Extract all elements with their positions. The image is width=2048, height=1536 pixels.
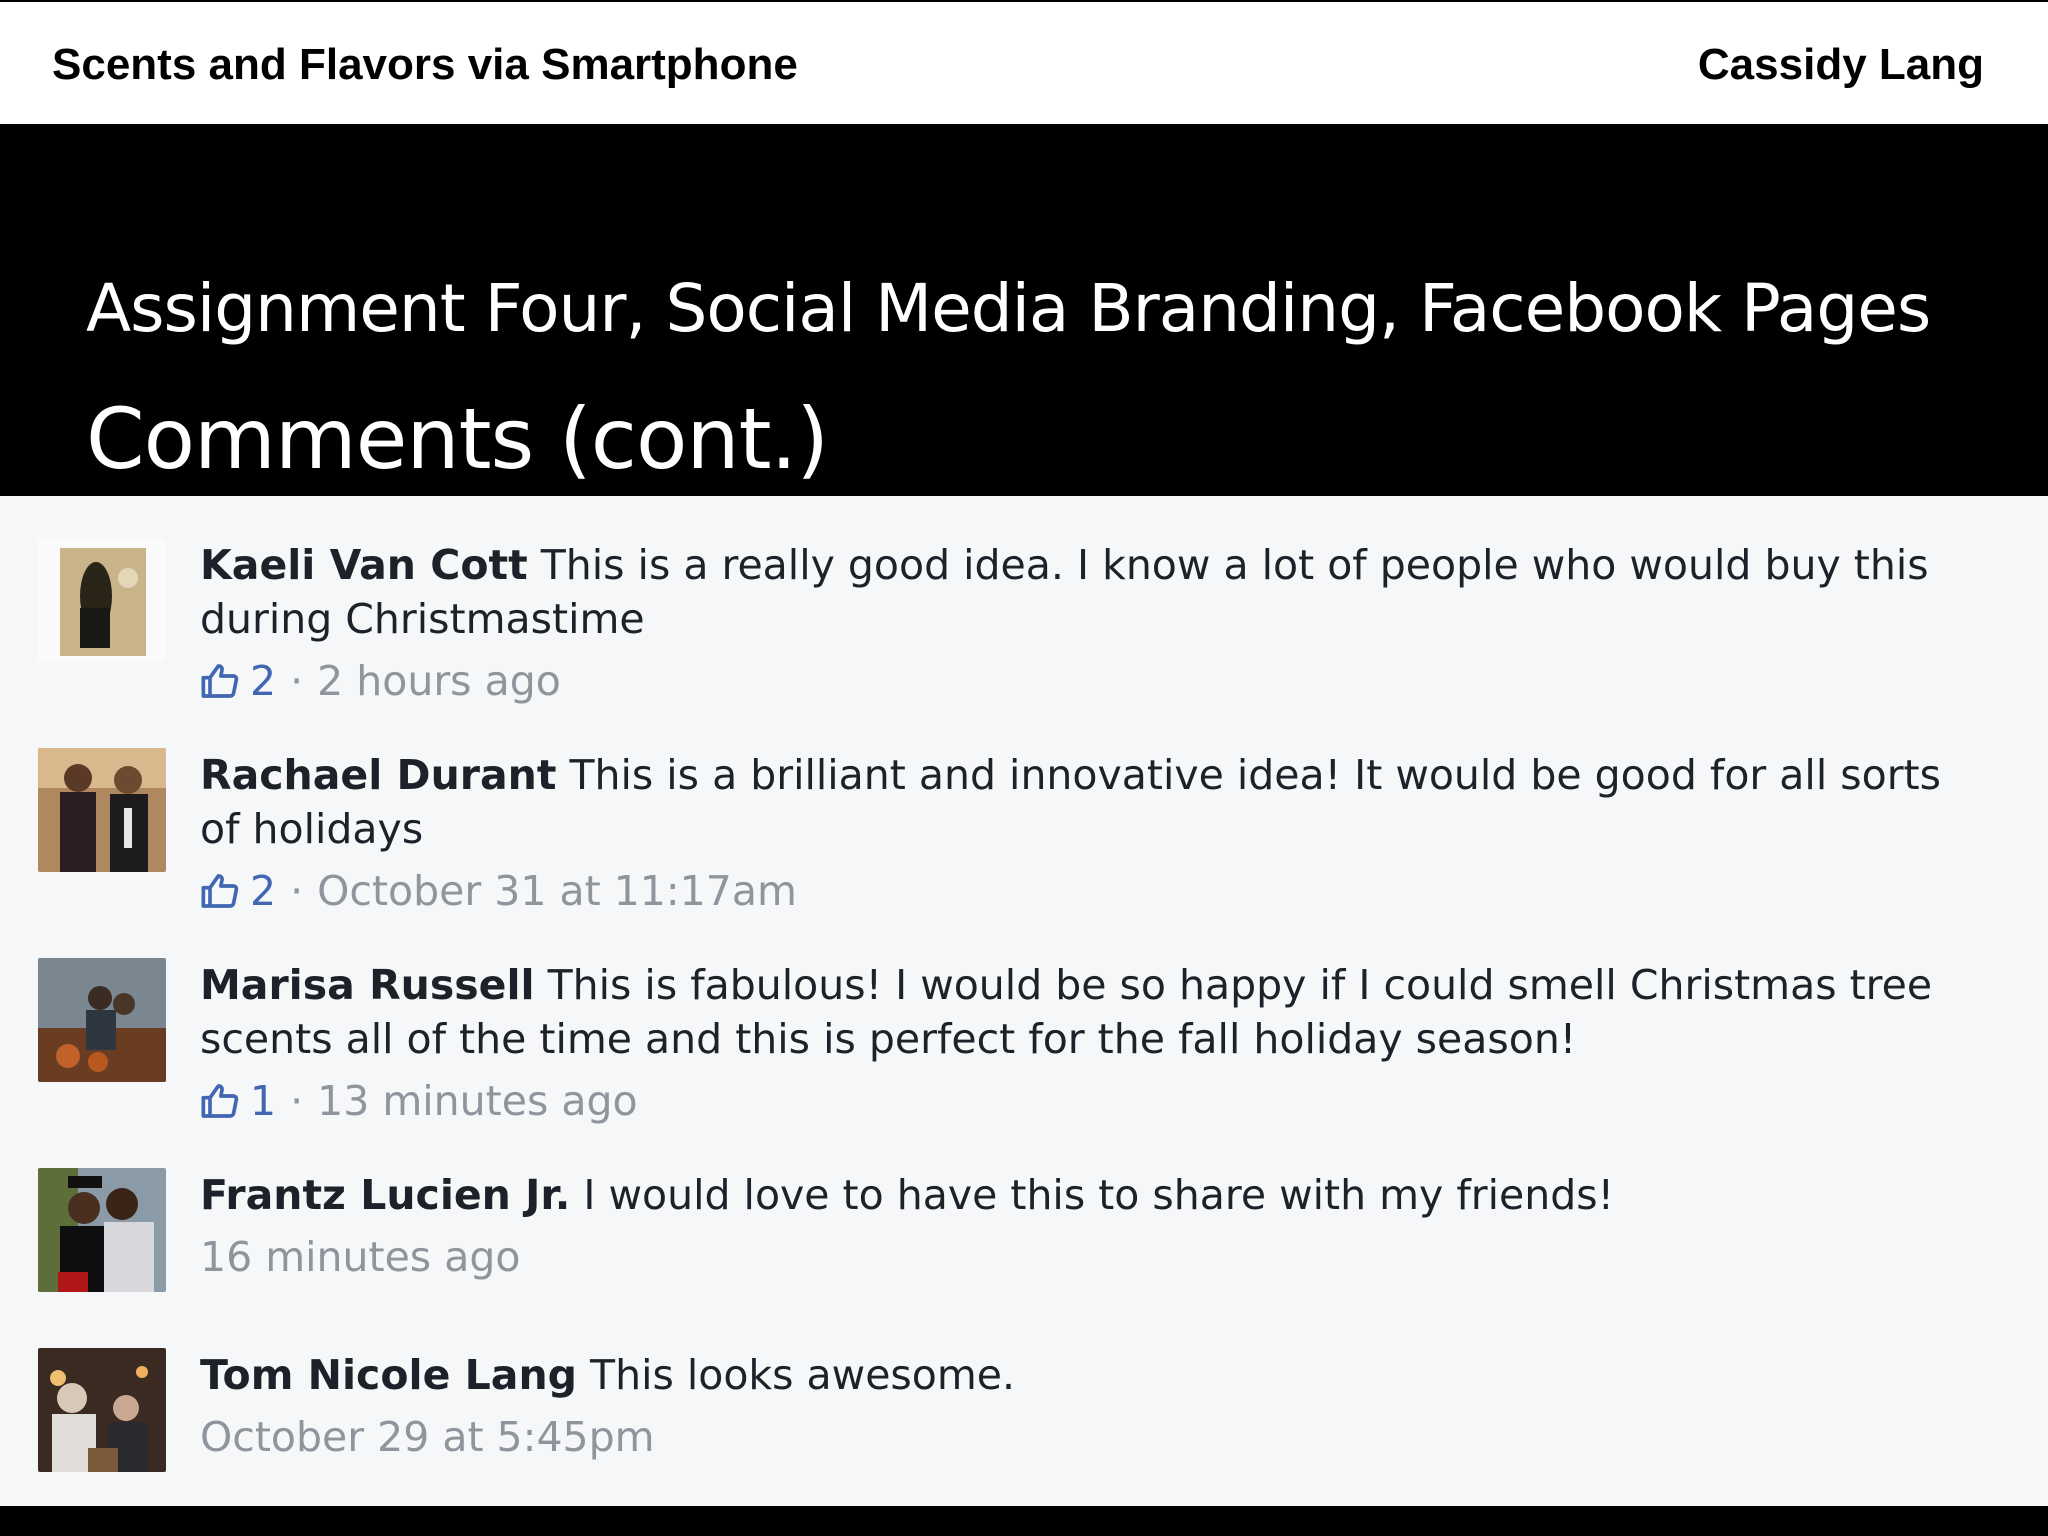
comment-timestamp[interactable]: October 29 at 5:45pm <box>200 1410 655 1464</box>
comment-meta: October 29 at 5:45pm <box>200 1410 1988 1464</box>
comment-text: Tom Nicole Lang This looks awesome. <box>200 1348 1988 1402</box>
comment-meta: 2 · October 31 at 11:17am <box>200 864 1988 918</box>
avatar-photo-icon <box>38 958 166 1082</box>
avatar[interactable] <box>38 538 166 662</box>
avatar-photo-icon <box>38 748 166 872</box>
comment-meta: 2 · 2 hours ago <box>200 654 1988 708</box>
avatar-photo-icon <box>38 1348 166 1472</box>
meta-separator: · <box>290 867 304 915</box>
commenter-name[interactable]: Frantz Lucien Jr. <box>200 1171 570 1219</box>
avatar-photo-icon <box>38 538 166 662</box>
comment-message: This looks awesome. <box>577 1351 1016 1399</box>
comment-text: Kaeli Van Cott This is a really good ide… <box>200 538 1988 646</box>
slide-title: Assignment Four, Social Media Branding, … <box>86 270 1931 347</box>
author-name: Cassidy Lang <box>1697 40 1984 89</box>
avatar[interactable] <box>38 1348 166 1472</box>
comment-timestamp[interactable]: 13 minutes ago <box>317 1074 637 1128</box>
comments-screenshot: Kaeli Van Cott This is a really good ide… <box>0 496 2048 1506</box>
avatar[interactable] <box>38 1168 166 1292</box>
like-count[interactable]: 2 <box>250 654 276 708</box>
commenter-name[interactable]: Marisa Russell <box>200 961 535 1009</box>
commenter-name[interactable]: Kaeli Van Cott <box>200 541 528 589</box>
slide-header: Scents and Flavors via Smartphone Cassid… <box>0 0 2048 124</box>
comment-message: I would love to have this to share with … <box>570 1171 1615 1219</box>
thumbs-up-icon[interactable] <box>200 661 240 701</box>
commenter-name[interactable]: Tom Nicole Lang <box>200 1351 577 1399</box>
thumbs-up-icon[interactable] <box>200 871 240 911</box>
commenter-name[interactable]: Rachael Durant <box>200 751 556 799</box>
like-count[interactable]: 1 <box>250 1074 276 1128</box>
avatar[interactable] <box>38 748 166 872</box>
comment-timestamp[interactable]: October 31 at 11:17am <box>317 864 797 918</box>
avatar-photo-icon <box>38 1168 166 1292</box>
thumbs-up-icon[interactable] <box>200 1081 240 1121</box>
meta-separator: · <box>290 1077 304 1125</box>
slide-footer-bar <box>0 1506 2048 1536</box>
comment-text: Marisa Russell This is fabulous! I would… <box>200 958 1988 1066</box>
comment-meta: 1 · 13 minutes ago <box>200 1074 1988 1128</box>
slide-title-block: Assignment Four, Social Media Branding, … <box>0 124 2048 496</box>
like-count[interactable]: 2 <box>250 864 276 918</box>
comment-text: Frantz Lucien Jr. I would love to have t… <box>200 1168 1988 1222</box>
presentation-title: Scents and Flavors via Smartphone <box>52 40 798 89</box>
meta-separator: · <box>290 657 304 705</box>
comment-text: Rachael Durant This is a brilliant and i… <box>200 748 1988 856</box>
comment-timestamp[interactable]: 2 hours ago <box>317 654 561 708</box>
avatar[interactable] <box>38 958 166 1082</box>
comment-timestamp[interactable]: 16 minutes ago <box>200 1230 520 1284</box>
slide-subtitle: Comments (cont.) <box>86 390 829 488</box>
comment-meta: 16 minutes ago <box>200 1230 1988 1284</box>
